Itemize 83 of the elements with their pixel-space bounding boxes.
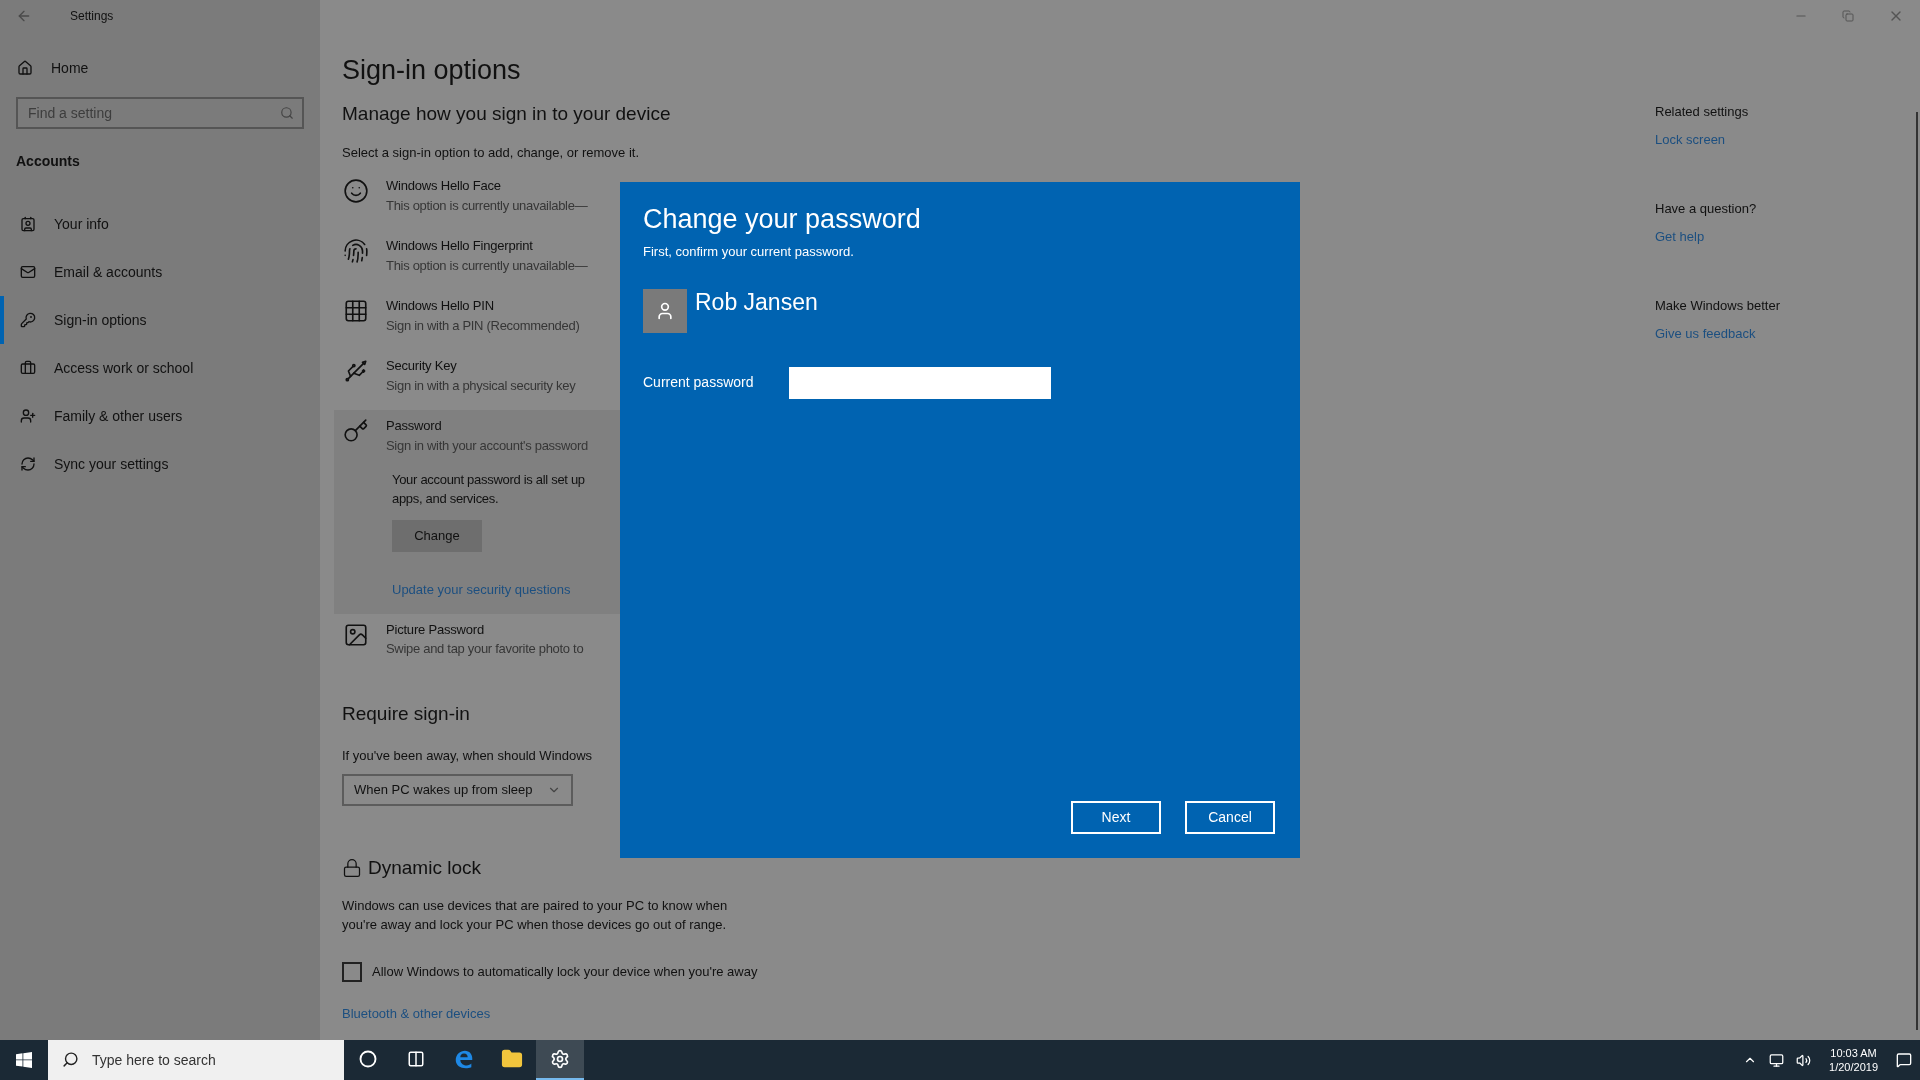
taskbar-search[interactable]: Type here to search (48, 1040, 344, 1080)
folder-icon (501, 1048, 523, 1070)
clock[interactable]: 10:03 AM 1/20/2019 (1823, 1046, 1884, 1074)
lock-icon (342, 857, 362, 878)
intro-text: Select a sign-in option to add, change, or remove it. (342, 143, 640, 162)
related-heading: Related settings (1655, 103, 1750, 121)
checkbox-label: Allow Windows to automatically lock your device when you're away (372, 963, 758, 982)
search-field[interactable]: Find a setting (16, 97, 304, 129)
option-title: Password (386, 417, 443, 435)
dialog-subtitle: First, confirm your current password. (643, 243, 855, 261)
keypad-icon (343, 298, 369, 324)
fingerprint-icon (343, 238, 369, 264)
network-icon[interactable] (1769, 1052, 1785, 1068)
window-title: Settings (70, 8, 114, 25)
dialog-title: Change your password (643, 203, 922, 236)
nav-item[interactable]: Your info (0, 200, 320, 248)
related-heading: Have a question? (1655, 200, 1758, 218)
option-row[interactable]: Windows Hello Face This option is currently unavailable— (334, 170, 622, 230)
search-icon (62, 1051, 79, 1068)
password-info: apps, and services. (392, 490, 500, 508)
key-icon (20, 312, 36, 328)
sleep-dropdown[interactable]: When PC wakes up from sleep (342, 773, 573, 806)
sync-icon (20, 456, 36, 472)
circle-icon (359, 1050, 377, 1068)
page-title: Sign-in options (342, 54, 522, 87)
taskbar-app[interactable] (536, 1040, 584, 1080)
option-title: Windows Hello PIN (386, 297, 495, 315)
person-plus-icon (20, 408, 36, 424)
option-row[interactable]: Security Key Sign in with a physical security key (334, 350, 622, 410)
person-card-icon (20, 216, 36, 232)
nav-item[interactable]: Sync your settings (0, 440, 320, 488)
nav-item[interactable]: Access work or school (0, 344, 320, 392)
smiley-icon (343, 178, 369, 204)
dialog-button[interactable]: Next (1071, 801, 1161, 834)
change-button[interactable]: Change (392, 520, 482, 552)
person-icon (655, 300, 675, 321)
option-description: This option is currently unavailable— (386, 196, 588, 215)
option-row[interactable]: Windows Hello Fingerprint This option is currently unavailable— (334, 230, 622, 290)
related-link[interactable]: Get help (1655, 226, 1916, 246)
related-link[interactable]: Give us feedback (1655, 323, 1916, 343)
section-heading: Require sign-in (342, 701, 471, 726)
image-icon (343, 621, 369, 648)
section-heading: Dynamic lock (368, 855, 481, 880)
related-link[interactable]: Lock screen (1655, 129, 1916, 149)
windows-logo-icon[interactable] (16, 1052, 32, 1068)
gear-icon (550, 1049, 570, 1069)
related-heading: Make Windows better (1655, 297, 1781, 315)
volume-icon[interactable] (1796, 1052, 1812, 1068)
dynamic-lock-description: Windows can use devices that are paired to your PC to know when (342, 897, 729, 915)
task-view-icon (407, 1050, 425, 1068)
notification-icon[interactable] (1896, 1052, 1912, 1068)
option-title: Windows Hello Face (386, 177, 502, 195)
home-icon[interactable] (17, 60, 33, 76)
search-icon (280, 106, 294, 120)
option-title: Windows Hello Fingerprint (386, 237, 534, 255)
question-text: If you've been away, when should Windows (342, 747, 594, 765)
home-link[interactable]: Home (51, 57, 89, 79)
option-description: Sign in with a physical security key (386, 376, 576, 395)
nav-item[interactable]: Email & accounts (0, 248, 320, 296)
option-description: Sign in with your account's password (386, 436, 588, 455)
lock-checkbox[interactable] (342, 962, 362, 982)
option-title: Picture Password (386, 620, 485, 639)
bluetooth-link[interactable]: Bluetooth & other devices (342, 1004, 1610, 1024)
field-label: Current password (643, 373, 755, 392)
dialog-button[interactable]: Cancel (1185, 801, 1275, 834)
user-name: Rob Jansen (695, 288, 818, 315)
dynamic-lock-description: you're away and lock your PC when those devices go out of range. (342, 916, 728, 934)
option-row[interactable]: Picture Password Swipe and tap your favorite photo to (334, 613, 622, 674)
option-row[interactable]: Password Sign in with your account's password Your account password is all set up apps, and services. Change Update your security questions (334, 410, 622, 614)
password-info: Your account password is all set up (392, 471, 586, 489)
briefcase-icon (20, 360, 36, 376)
password-field[interactable] (789, 366, 1051, 399)
option-description: Swipe and tap your favorite photo to (386, 640, 584, 658)
page-subtitle: Manage how you sign in to your device (342, 102, 672, 126)
option-description: Sign in with a PIN (Recommended) (386, 316, 580, 335)
option-description: This option is currently unavailable— (386, 256, 588, 275)
browser-icon (453, 1048, 475, 1070)
section-heading: Accounts (15, 152, 81, 171)
envelope-icon (20, 264, 36, 280)
option-title: Security Key (386, 357, 458, 375)
option-row[interactable]: Windows Hello PIN Sign in with a PIN (Recommended) (334, 290, 622, 350)
key-icon (343, 418, 369, 444)
nav-item[interactable]: Family & other users (0, 392, 320, 440)
